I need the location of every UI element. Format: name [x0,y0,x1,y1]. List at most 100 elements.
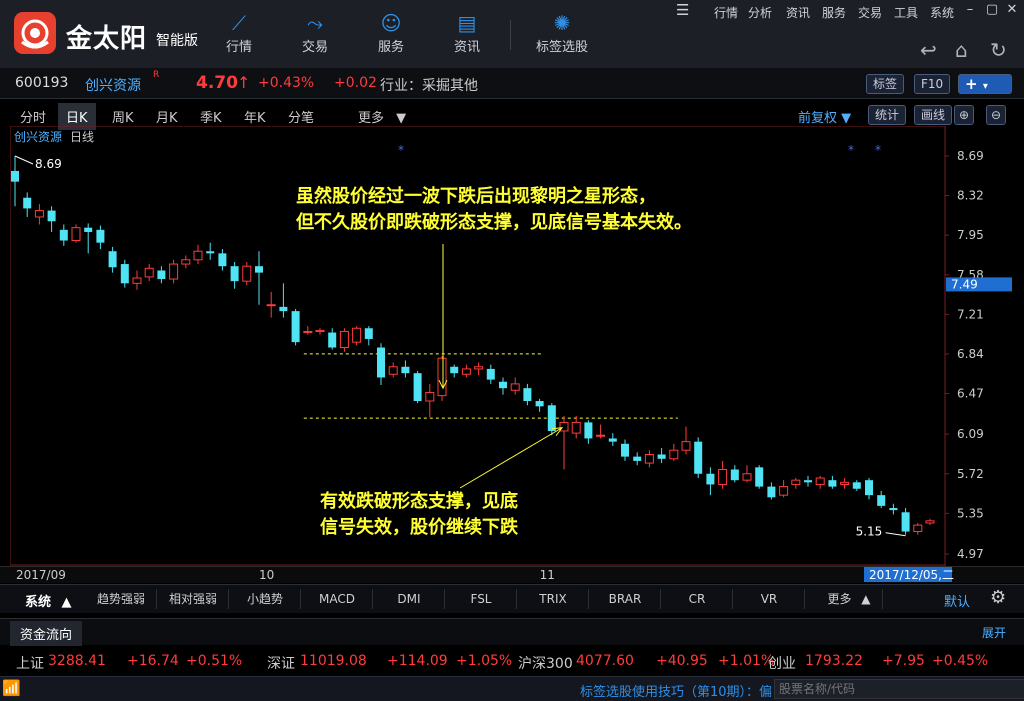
candle-down [633,456,642,461]
tab-yearly-k[interactable]: 年K [244,107,266,126]
index-change: +40.95 [656,653,708,669]
candle-up [132,277,142,284]
kline-chart[interactable]: 8.698.327.957.587.216.846.476.095.725.35… [10,126,1012,566]
draw-button[interactable]: 画线 [914,105,953,125]
star-marker: * [848,143,854,157]
index-name[interactable]: 深证 [267,653,295,673]
menu-analysis[interactable]: 分析 [748,4,772,21]
nav-service-label: 服务 [377,40,404,55]
ind-fsl[interactable]: FSL [446,589,517,609]
gear-icon[interactable]: ⚙ [990,587,1006,608]
candle-down [730,469,739,481]
candle-down [901,512,910,532]
more-periods[interactable]: 更多 ▼ [358,107,406,126]
period-tabs: 分时 日K 周K 月K 季K 年K 分笔 更多 ▼ 前复权 ▼ 统计 画线 ⊕ … [10,103,1012,130]
caret-down-icon: ▼ [841,111,852,126]
default-button[interactable]: 默认 [944,591,970,610]
ind-dmi[interactable]: DMI [374,589,445,609]
stats-button[interactable]: 统计 [868,105,907,125]
candle-down [828,480,837,487]
time-axis-label: 10 [259,568,274,582]
system-indicator-button[interactable]: 系统 ▲ [25,591,72,610]
minimize-icon[interactable]: – [960,2,980,20]
tab-weekly-k[interactable]: 周K [112,107,134,126]
candle-up [169,263,179,280]
nav-service[interactable]: ☺ 服务 [356,10,426,62]
time-axis-label: 11 [540,568,555,582]
y-tick-label: 8.69 [957,149,984,163]
candle-down [364,328,373,339]
candle-up [681,441,691,451]
ind-cr[interactable]: CR [662,589,733,609]
menu-quotes[interactable]: 行情 [714,4,738,21]
ind-brar[interactable]: BRAR [590,589,661,609]
candle-down [852,482,861,489]
back-icon[interactable]: ↩ [920,38,937,62]
ind-trix[interactable]: TRIX [518,589,589,609]
f10-button[interactable]: F10 [914,74,951,94]
menu-list-icon[interactable]: ☰ [676,1,689,19]
adjust-dropdown[interactable]: 前复权 ▼ [798,107,851,126]
menu-tools[interactable]: 工具 [894,4,918,21]
tab-tick[interactable]: 分笔 [288,107,314,126]
y-tick-label: 5.72 [957,467,984,481]
ind-minor-trend[interactable]: 小趋势 [230,589,301,609]
system-indicator-label: 系统 [25,595,52,610]
index-change: +114.09 [387,653,448,669]
indicator-bar: 系统 ▲ 趋势强弱 相对强弱 小趋势 MACD DMI FSL TRIX BRA… [0,584,1024,613]
ind-relative-strength[interactable]: 相对强弱 [158,589,229,609]
refresh-icon[interactable]: ↻ [990,38,1007,62]
annotation-text: 信号失效，股价继续下跌 [320,516,519,538]
kline-chart-panel[interactable]: 创兴资源 日线 8.69 8.32 7.95 7.58 7.21 6.84 6.47 6.09… [10,126,1012,566]
nav-quotes[interactable]: ⟋ 行情 [204,10,274,62]
candle-up [510,383,520,391]
menu-trade[interactable]: 交易 [858,4,882,21]
candle-up [461,368,471,375]
index-change: +7.95 [882,653,925,669]
fund-flow-tab[interactable]: 资金流向 [10,621,83,646]
tab-intraday[interactable]: 分时 [20,107,46,126]
expand-button[interactable]: 展开 [982,624,1006,641]
nav-trade[interactable]: ⤳ 交易 [280,10,350,62]
quote-bar: 600193 创兴资源 R 4.70 ↑ +0.43% +0.02 行业：采掘其… [0,68,1024,99]
candle-up [315,329,325,332]
ind-trend-strength[interactable]: 趋势强弱 [86,589,157,609]
stock-name[interactable]: 创兴资源 [85,75,141,95]
nav-tag-picker[interactable]: ✺ 标签选股 [522,10,602,62]
menu-service[interactable]: 服务 [822,4,846,21]
adjust-label: 前复权 [798,111,838,126]
nav-news[interactable]: ▤ 资讯 [432,10,502,62]
maximize-icon[interactable]: ▢ [982,2,1002,20]
candle-down [157,270,166,280]
annotation-text: 但不久股价即跌破形态支撑，见底信号基本失效。 [295,211,692,233]
stock-search-input[interactable] [774,679,1024,699]
zoom-in-icon[interactable]: ⊕ [954,105,975,125]
index-name[interactable]: 沪深300 [518,653,573,673]
index-name[interactable]: 上证 [16,653,44,673]
candle-down [291,311,300,343]
y-tick-label: 6.84 [957,347,984,361]
tip-link[interactable]: 标签选股使用技巧（第10期）：偏 [580,681,772,700]
app-edition: 智能版 [156,33,198,49]
ind-vr[interactable]: VR [734,589,805,609]
close-icon[interactable]: ✕ [1002,2,1022,20]
candle-down [767,486,776,498]
candle-up [266,304,276,307]
index-pct: +0.45% [932,653,989,669]
menu-news[interactable]: 资讯 [786,4,810,21]
annotation-arrow [459,427,563,489]
candle-down [877,495,886,506]
tab-quarterly-k[interactable]: 季K [200,107,222,126]
bank-icon[interactable]: ⌂ [955,38,968,62]
tab-monthly-k[interactable]: 月K [156,107,178,126]
add-watch-button[interactable]: + ▾ [958,74,1012,94]
candle-up [779,486,789,496]
index-name[interactable]: 创业 [768,653,796,673]
index-change: +16.74 [127,653,179,669]
tag-button[interactable]: 标签 [866,74,905,94]
menu-system[interactable]: 系统 [930,4,954,21]
zoom-out-icon[interactable]: ⊖ [986,105,1007,125]
ind-macd[interactable]: MACD [302,589,373,609]
ind-more[interactable]: 更多 ▲ [816,589,883,609]
caret-up-icon: ▲ [861,592,871,606]
